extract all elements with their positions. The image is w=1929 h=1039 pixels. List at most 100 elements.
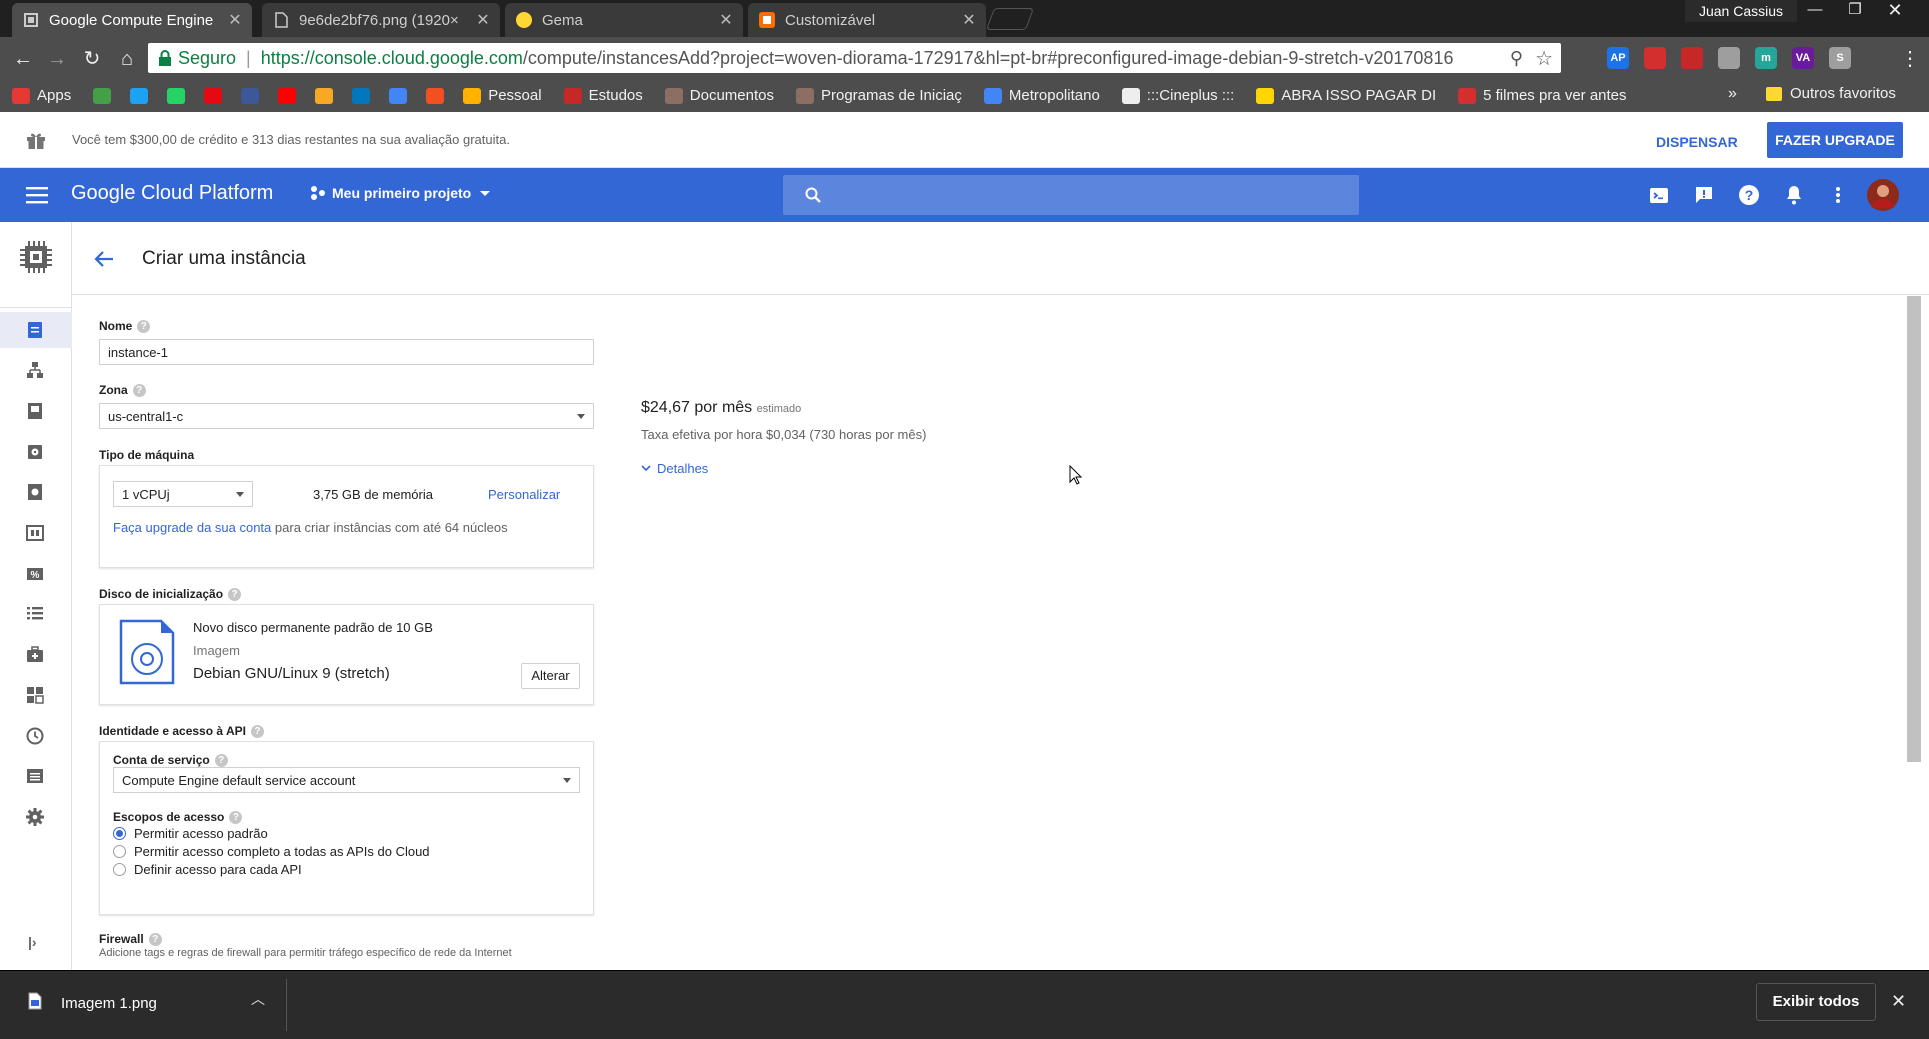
bookmark-item[interactable]: Pessoal [463,87,551,104]
bookmark-item[interactable] [93,87,118,104]
radio-button[interactable] [113,844,126,858]
scope-option-full[interactable]: Permitir acesso completo a todas as APIs… [113,842,430,860]
bookmark-item[interactable] [389,87,414,104]
notifications-bell-icon[interactable] [1782,183,1806,207]
help-icon[interactable]: ? [148,933,162,947]
expand-nav-icon[interactable]: |› [28,934,37,950]
profile-name[interactable]: Juan Cassius [1685,0,1797,22]
bookmark-item[interactable] [352,87,377,104]
vcpu-select[interactable]: 1 vCPUj [113,481,253,507]
gcp-logo[interactable]: Google Cloud Platform [71,182,273,205]
bookmark-item[interactable]: Programas de Iniciaç [796,87,972,104]
page-scrollbar[interactable] [1907,296,1921,762]
hamburger-menu-icon[interactable] [26,185,48,205]
help-icon[interactable]: ? [229,811,243,825]
dismiss-button[interactable]: DISPENSAR [1648,130,1746,154]
radio-button[interactable] [113,862,126,876]
scope-option-default[interactable]: Permitir acesso padrão [113,824,430,842]
zoom-icon[interactable]: ⚲ [1510,48,1523,69]
chevron-up-icon[interactable]: ︿ [251,989,265,1009]
address-bar[interactable]: Seguro | https://console.cloud.google.co… [148,43,1561,73]
help-icon[interactable]: ? [214,754,228,768]
close-icon[interactable]: ✕ [962,10,976,30]
tab-google-compute-engine[interactable]: Google Compute Engine ✕ [12,3,252,37]
extension-privacy-icon[interactable] [1718,47,1740,69]
bookmark-item[interactable] [241,87,266,104]
help-icon[interactable]: ? [132,384,146,398]
health-checks-icon[interactable] [24,643,46,665]
committed-use-icon[interactable]: % [24,563,46,585]
other-bookmarks[interactable]: Outros favoritos [1766,85,1896,102]
metadata-list-icon[interactable] [24,603,46,625]
tab-customizavel[interactable]: Customizável ✕ [748,3,986,37]
bookmark-item[interactable] [278,87,303,104]
help-icon[interactable]: ? [1737,183,1761,207]
browser-menu-icon[interactable]: ⋮ [1900,46,1920,71]
bookmark-item[interactable]: :::Cineplus ::: [1121,87,1245,104]
bookmark-item[interactable] [426,87,451,104]
more-vert-icon[interactable] [1826,183,1850,207]
details-link[interactable]: Detalhes [641,461,708,476]
settings-gear-icon[interactable] [24,806,46,828]
bookmark-item[interactable]: ABRA ISSO PAGAR DI [1256,87,1446,104]
extension-adblock-icon[interactable] [1681,47,1703,69]
bookmark-item[interactable]: Apps [12,87,81,104]
back-arrow-icon[interactable] [94,250,114,268]
bookmark-item[interactable] [204,87,229,104]
snapshots-icon[interactable] [24,481,46,503]
bookmark-star-icon[interactable]: ☆ [1535,46,1553,71]
zones-icon[interactable] [24,684,46,706]
help-icon[interactable]: ? [137,320,151,334]
service-account-select[interactable]: Compute Engine default service account [113,767,580,793]
extension-ap-icon[interactable]: AP [1607,47,1629,69]
window-close-icon[interactable]: ✕ [1875,0,1915,22]
extension-va-icon[interactable]: VA [1792,47,1814,69]
close-icon[interactable]: ✕ [719,10,733,30]
bookmark-item[interactable] [167,87,192,104]
vm-instances-icon[interactable] [24,319,46,341]
name-input[interactable]: instance-1 [99,339,594,365]
change-disk-button[interactable]: Alterar [521,663,580,689]
close-download-bar-icon[interactable]: ✕ [1891,991,1906,1012]
quotas-icon[interactable] [24,765,46,787]
upgrade-button[interactable]: FAZER UPGRADE [1767,122,1903,158]
extension-skype-icon[interactable]: S [1829,47,1851,69]
help-icon[interactable]: ? [228,588,242,602]
help-icon[interactable]: ? [250,725,264,739]
radio-button[interactable] [113,826,126,840]
upgrade-account-link[interactable]: Faça upgrade da sua conta [113,520,271,535]
bookmark-item[interactable] [130,87,155,104]
bookmark-item[interactable]: Metropolitano [983,87,1110,104]
bookmark-item[interactable] [315,87,340,104]
avatar[interactable] [1866,178,1900,212]
customize-link[interactable]: Personalizar [488,487,560,502]
back-arrow-icon[interactable]: ← [10,46,36,72]
scope-option-custom[interactable]: Definir acesso para cada API [113,860,430,878]
images-icon[interactable] [24,522,46,544]
bookmarks-overflow[interactable]: » [1728,85,1737,103]
download-filename[interactable]: Imagem 1.png [61,995,157,1012]
instance-templates-icon[interactable] [24,400,46,422]
feedback-icon[interactable] [1692,183,1716,207]
disks-icon[interactable] [24,441,46,463]
show-all-downloads-button[interactable]: Exibir todos [1756,983,1876,1021]
search-input[interactable] [783,175,1359,215]
tab-image-file[interactable]: 9e6de2bf76.png (1920× ✕ [262,3,500,37]
bookmark-item[interactable]: Documentos [664,87,784,104]
zone-select[interactable]: us-central1-c [99,403,594,429]
extension-grammarly-icon[interactable]: m [1755,47,1777,69]
tab-gema[interactable]: Gema ✕ [505,3,743,37]
restore-icon[interactable]: ❐ [1835,0,1875,22]
close-icon[interactable]: ✕ [228,10,242,30]
minimize-icon[interactable]: — [1795,0,1835,22]
forward-arrow-icon[interactable]: → [44,46,70,72]
instance-groups-icon[interactable] [24,359,46,381]
new-tab-button[interactable] [985,8,1035,30]
cloud-shell-icon[interactable] [1647,183,1671,207]
project-selector[interactable]: Meu primeiro projeto [310,185,491,201]
reload-icon[interactable]: ↻ [79,46,105,72]
extension-lastpass-icon[interactable] [1644,47,1666,69]
home-icon[interactable]: ⌂ [114,46,140,72]
bookmark-item[interactable]: 5 filmes pra ver antes [1458,87,1636,104]
close-icon[interactable]: ✕ [476,10,490,30]
